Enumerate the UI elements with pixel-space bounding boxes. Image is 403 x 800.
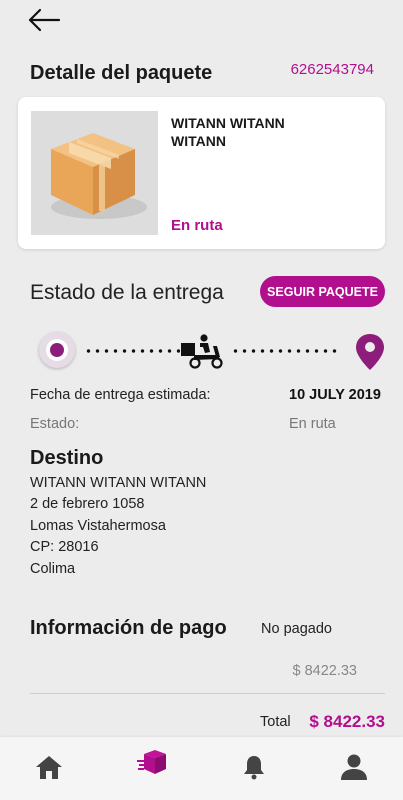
total-amount: $ 8422.33 [309, 712, 385, 731]
nav-home[interactable] [31, 749, 67, 785]
address-name: WITANN WITANN WITANN [30, 475, 207, 491]
nav-packages[interactable] [134, 745, 170, 781]
page-title: Detalle del paquete [30, 62, 213, 84]
arrow-left-icon [28, 8, 61, 32]
follow-package-button[interactable]: SEGUIR PAQUETE [260, 276, 385, 307]
address-street: 2 de febrero 1058 [30, 496, 145, 512]
estimated-date-label: Fecha de entrega estimada: [30, 387, 211, 403]
bottom-nav [0, 737, 403, 800]
home-icon [36, 756, 62, 779]
progress-dots-right [231, 349, 341, 353]
destination-heading: Destino [30, 447, 104, 469]
payment-heading: Información de pago [30, 617, 227, 639]
divider [30, 693, 385, 694]
courier-scooter-icon [181, 334, 223, 369]
location-pin-icon [356, 334, 384, 370]
total-label: Total [260, 714, 291, 730]
address-neighborhood: Lomas Vistahermosa [30, 518, 166, 534]
subtotal-amount: $ 8422.33 [292, 663, 357, 679]
package-card[interactable]: WITANN WITANN WITANN En ruta [18, 97, 385, 249]
nav-profile[interactable] [336, 749, 372, 785]
address-city: Colima [30, 561, 76, 577]
package-icon [137, 750, 166, 774]
nav-notifications[interactable] [236, 749, 272, 785]
status-value: En ruta [289, 416, 336, 432]
bell-icon [244, 756, 264, 780]
back-button[interactable] [26, 6, 62, 34]
status-label: Estado: [30, 416, 80, 432]
address-postal-code: CP: 28016 [30, 539, 99, 555]
package-image [31, 111, 158, 235]
package-status: En ruta [171, 217, 223, 234]
payment-status: No pagado [261, 621, 332, 637]
tracking-number: 6262543794 [290, 61, 374, 78]
origin-marker-icon [39, 332, 75, 368]
user-icon [341, 754, 367, 780]
cardboard-box-icon [51, 133, 147, 219]
estimated-date-value: 10 JULY 2019 [289, 387, 381, 403]
recipient-name: WITANN WITANN WITANN [171, 115, 285, 149]
progress-dots-left [84, 349, 180, 353]
delivery-status-heading: Estado de la entrega [30, 281, 224, 304]
